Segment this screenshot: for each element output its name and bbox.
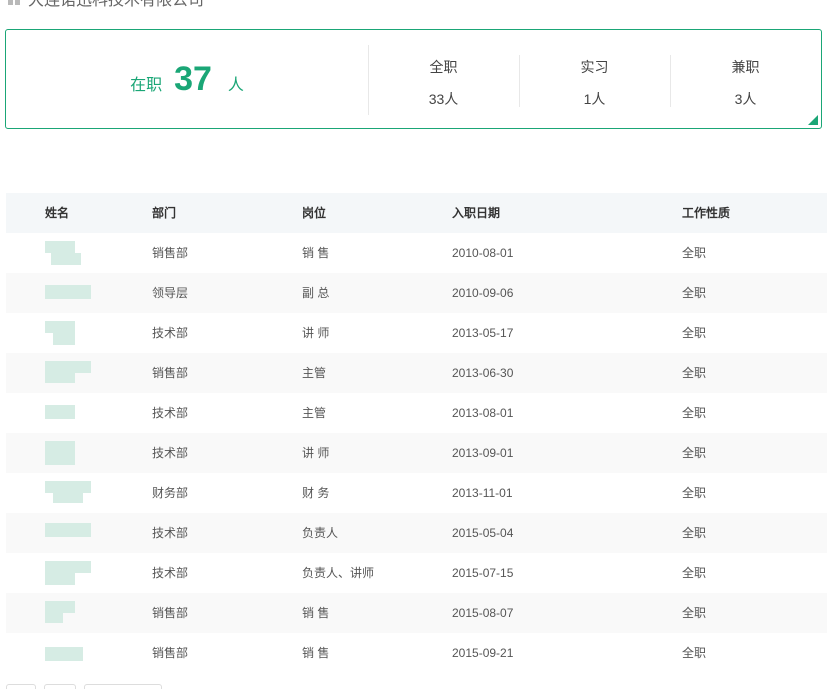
date-cell: 2013-06-30: [452, 366, 514, 380]
table-row[interactable]: 技术部 主管 2013-08-01 全职: [6, 393, 827, 433]
redacted-name: [45, 561, 91, 585]
date-cell: 2013-09-01: [452, 446, 514, 460]
dept-cell: 销售部: [152, 246, 189, 260]
table-row[interactable]: 财务部 财 务 2013-11-01 全职: [6, 473, 827, 513]
redacted-name: [45, 441, 91, 465]
date-cell: 2015-09-21: [452, 646, 514, 660]
table-row[interactable]: 技术部 讲 师 2013-09-01 全职: [6, 433, 827, 473]
dept-cell: 销售部: [152, 366, 189, 380]
redacted-name: [45, 481, 91, 505]
redacted-name: [45, 241, 91, 265]
stat-value: 33人: [428, 91, 459, 107]
position-cell: 销 售: [302, 246, 330, 260]
dept-cell: 技术部: [152, 566, 189, 580]
redacted-name: [45, 601, 91, 625]
stat-value: 3人: [734, 91, 757, 107]
pagination: [6, 684, 162, 689]
pagination-jump-input[interactable]: [84, 684, 162, 689]
dept-cell: 财务部: [152, 486, 189, 500]
type-cell: 全职: [682, 286, 707, 300]
date-cell: 2010-08-01: [452, 246, 514, 260]
date-cell: 2015-08-07: [452, 606, 514, 620]
header-dept[interactable]: 部门: [152, 193, 176, 233]
type-cell: 全职: [682, 446, 707, 460]
staff-table: 姓名 部门 岗位 入职日期 工作性质 销售部销 售 2010-08-01 全职 领导层…: [6, 193, 827, 673]
date-cell: 2013-11-01: [452, 486, 513, 500]
header-position[interactable]: 岗位: [302, 193, 326, 233]
date-cell: 2013-08-01: [452, 406, 514, 420]
position-cell: 讲 师: [302, 446, 330, 460]
company-name: 大连诺迅科技术有限公司: [28, 0, 205, 9]
type-cell: 全职: [682, 366, 707, 380]
dept-cell: 销售部: [152, 606, 189, 620]
pagination-page-button[interactable]: [44, 684, 76, 689]
table-row[interactable]: 销售部 销 售 2010-08-01 全职: [6, 233, 827, 273]
stat-name: 全职: [429, 59, 458, 75]
company-header: 大连诺迅科技术有限公司: [8, 0, 205, 9]
position-cell: 负责人、讲师: [302, 566, 375, 580]
active-staff-total: 在职 37 人: [6, 30, 368, 128]
staff-type-stats: 全职 33人 实习 1人 兼职 3人: [368, 30, 821, 128]
date-cell: 2015-05-04: [452, 526, 514, 540]
stat-fulltime[interactable]: 全职 33人: [368, 30, 519, 128]
stat-intern[interactable]: 实习 1人: [519, 30, 670, 128]
type-cell: 全职: [682, 486, 707, 500]
dept-cell: 技术部: [152, 406, 189, 420]
header-date[interactable]: 入职日期: [452, 193, 500, 233]
active-label: 在职: [130, 77, 163, 94]
date-cell: 2015-07-15: [452, 566, 514, 580]
redacted-name: [45, 281, 91, 305]
position-cell: 讲 师: [302, 326, 330, 340]
table-row[interactable]: 技术部 负责人 2015-05-04 全职: [6, 513, 827, 553]
position-cell: 销 售: [302, 646, 330, 660]
type-cell: 全职: [682, 326, 707, 340]
staff-summary-card: 在职 37 人 全职 33人 实习 1人 兼职 3人: [5, 29, 822, 129]
pagination-prev-button[interactable]: [6, 684, 36, 689]
page: 大连诺迅科技术有限公司 在职 37 人 全职 33人 实习 1人 兼职 3人 姓…: [0, 0, 827, 689]
redacted-name: [45, 641, 91, 665]
redacted-name: [45, 361, 91, 385]
position-cell: 负责人: [302, 526, 339, 540]
grid-icon: [8, 0, 20, 5]
position-cell: 销 售: [302, 606, 330, 620]
date-cell: 2013-05-17: [452, 326, 514, 340]
type-cell: 全职: [682, 566, 707, 580]
active-count: 37: [174, 59, 212, 98]
position-cell: 主管: [302, 406, 327, 420]
dept-cell: 技术部: [152, 326, 189, 340]
type-cell: 全职: [682, 246, 707, 260]
date-cell: 2010-09-06: [452, 286, 514, 300]
active-unit: 人: [227, 77, 244, 94]
redacted-name: [45, 401, 91, 425]
table-header: 姓名 部门 岗位 入职日期 工作性质: [6, 193, 827, 233]
position-cell: 副 总: [302, 286, 330, 300]
dept-cell: 销售部: [152, 646, 189, 660]
type-cell: 全职: [682, 406, 707, 420]
table-row[interactable]: 销售部 销 售 2015-09-21 全职: [6, 633, 827, 673]
redacted-name: [45, 521, 91, 545]
table-row[interactable]: 销售部 销 售 2015-08-07 全职: [6, 593, 827, 633]
header-name[interactable]: 姓名: [45, 193, 69, 233]
stat-parttime[interactable]: 兼职 3人: [670, 30, 821, 128]
redacted-name: [45, 321, 91, 345]
stat-name: 实习: [580, 59, 609, 75]
dept-cell: 技术部: [152, 526, 189, 540]
stat-value: 1人: [583, 91, 606, 107]
position-cell: 财 务: [302, 486, 330, 500]
corner-triangle-icon: [808, 115, 818, 125]
table-row[interactable]: 技术部 负责人、讲师 2015-07-15 全职: [6, 553, 827, 593]
position-cell: 主管: [302, 366, 327, 380]
stat-name: 兼职: [731, 59, 760, 75]
table-row[interactable]: 技术部 讲 师 2013-05-17 全职: [6, 313, 827, 353]
table-row[interactable]: 销售部 主管 2013-06-30 全职: [6, 353, 827, 393]
dept-cell: 领导层: [152, 286, 189, 300]
type-cell: 全职: [682, 526, 707, 540]
type-cell: 全职: [682, 646, 707, 660]
type-cell: 全职: [682, 606, 707, 620]
dept-cell: 技术部: [152, 446, 189, 460]
table-row[interactable]: 领导层 副 总 2010-09-06 全职: [6, 273, 827, 313]
table-body: 销售部销 售 2010-08-01 全职 领导层副 总 2010-09-06 全职 技术部讲…: [6, 233, 827, 673]
header-type[interactable]: 工作性质: [682, 193, 730, 233]
